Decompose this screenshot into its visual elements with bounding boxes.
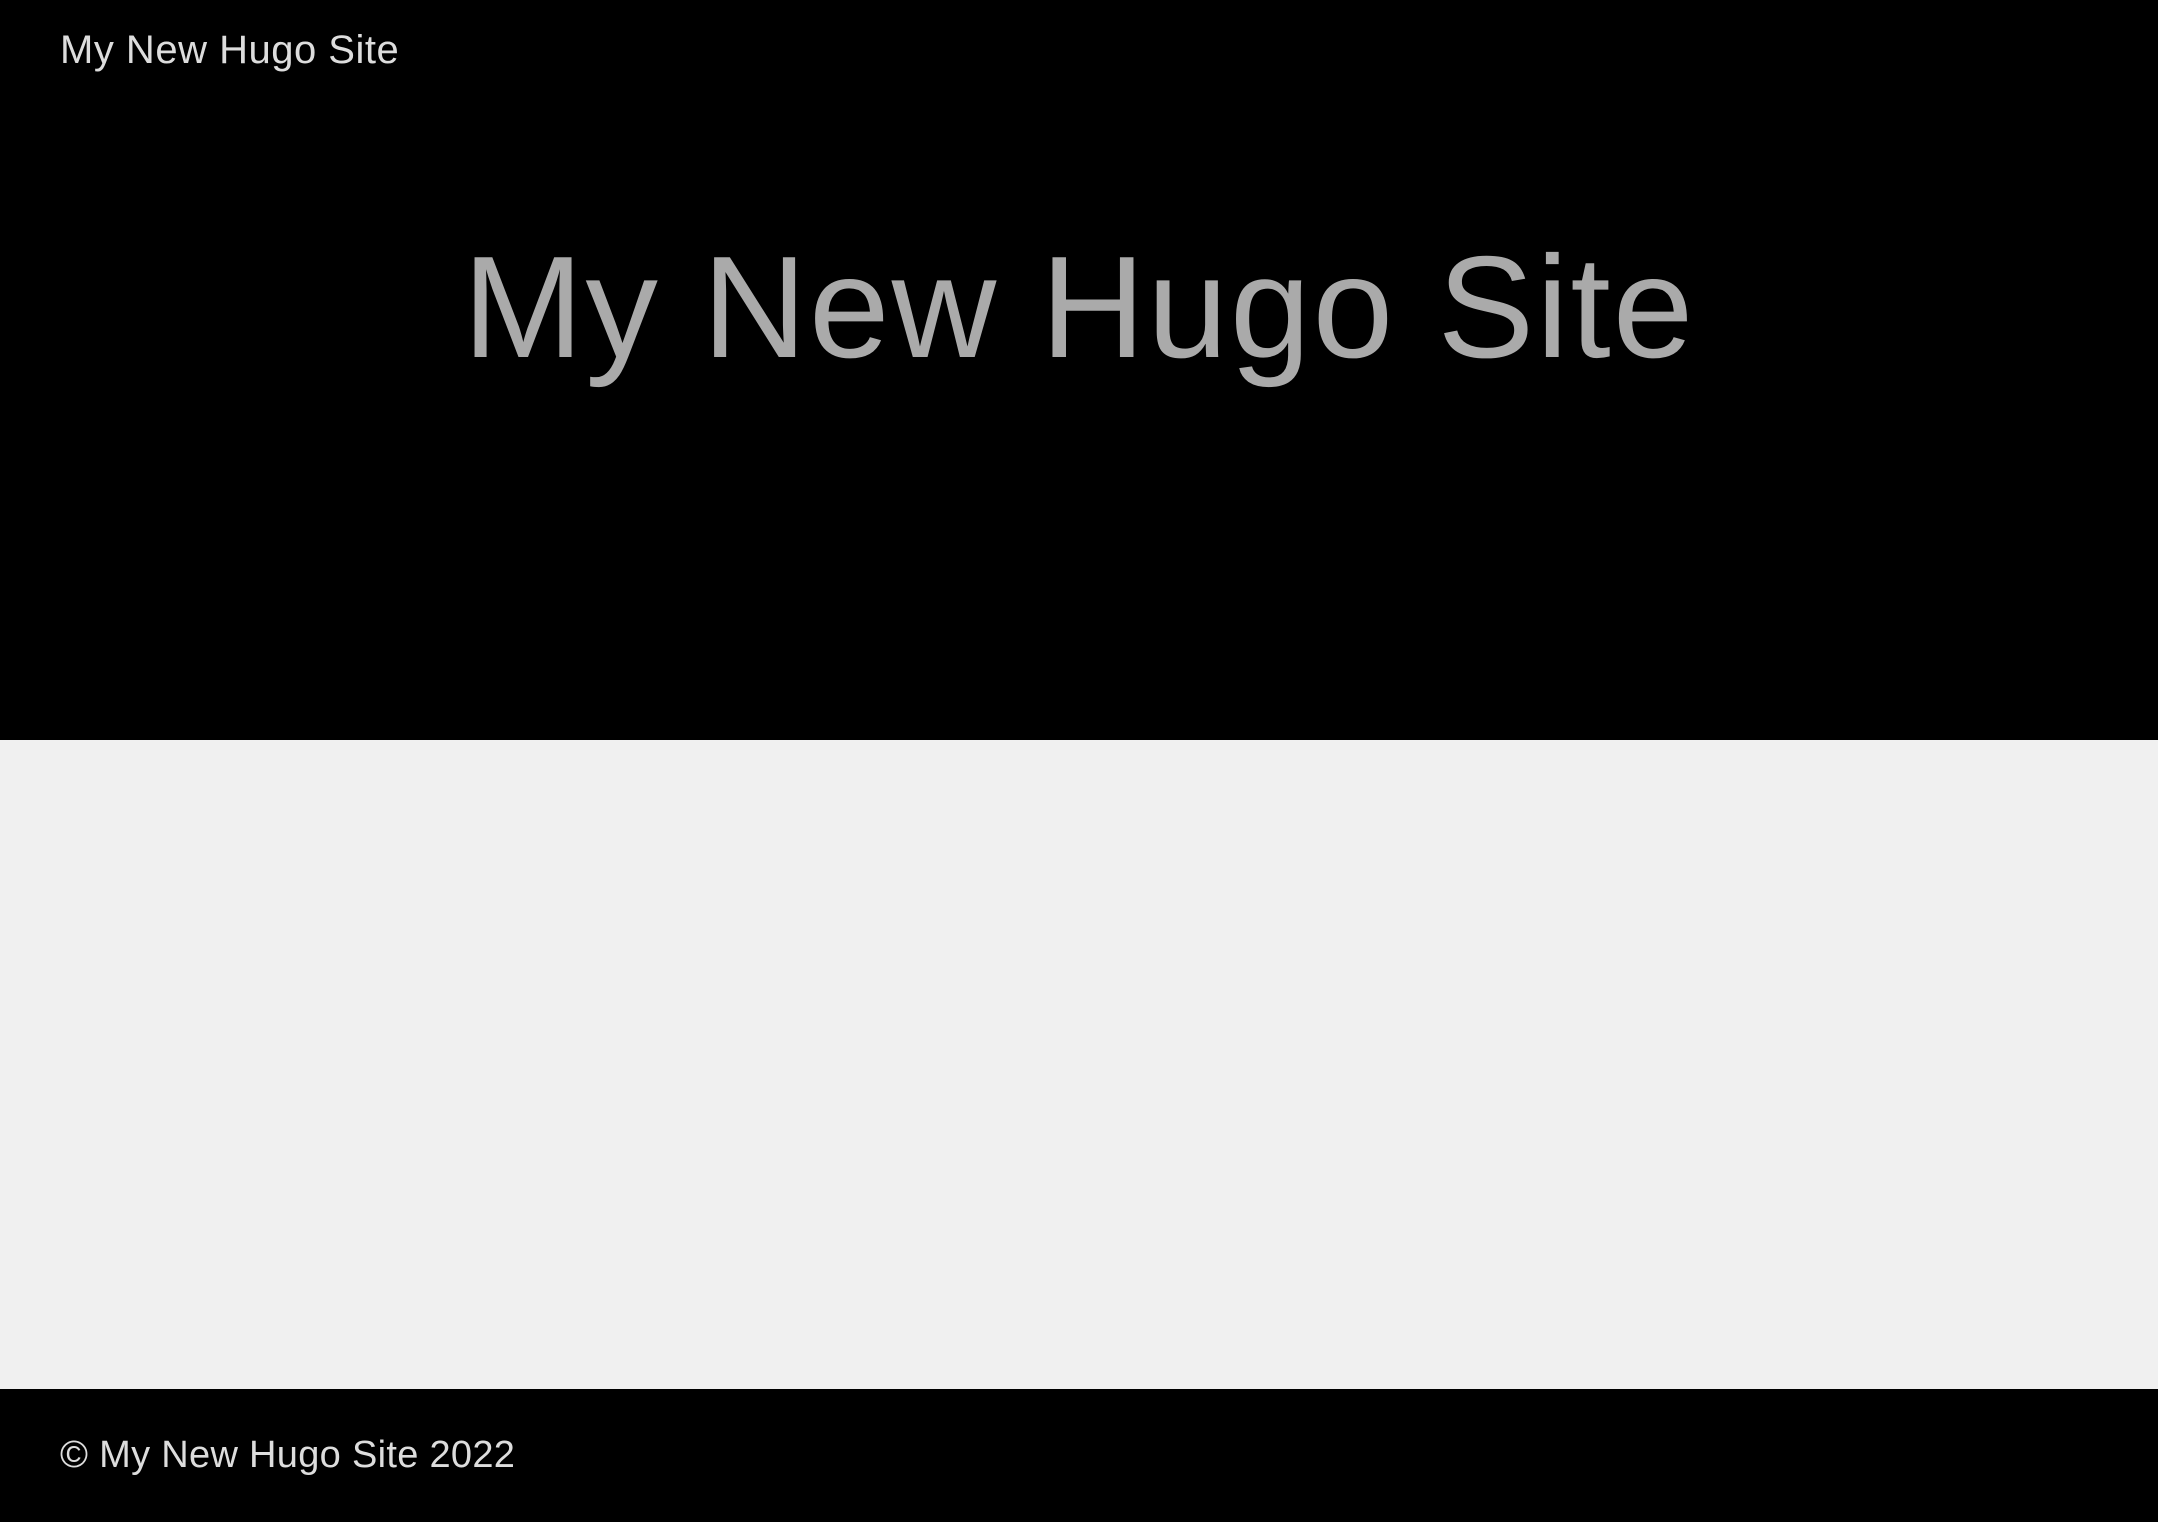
site-title-link[interactable]: My New Hugo Site	[60, 28, 399, 72]
nav-bar: My New Hugo Site	[0, 0, 2158, 85]
footer-copyright: © My New Hugo Site 2022	[60, 1434, 2098, 1477]
site-header: My New Hugo Site My New Hugo Site	[0, 0, 2158, 740]
site-footer: © My New Hugo Site 2022	[0, 1389, 2158, 1522]
hero-section: My New Hugo Site	[0, 85, 2158, 740]
main-content	[0, 740, 2158, 1389]
hero-title: My New Hugo Site	[40, 235, 2118, 380]
